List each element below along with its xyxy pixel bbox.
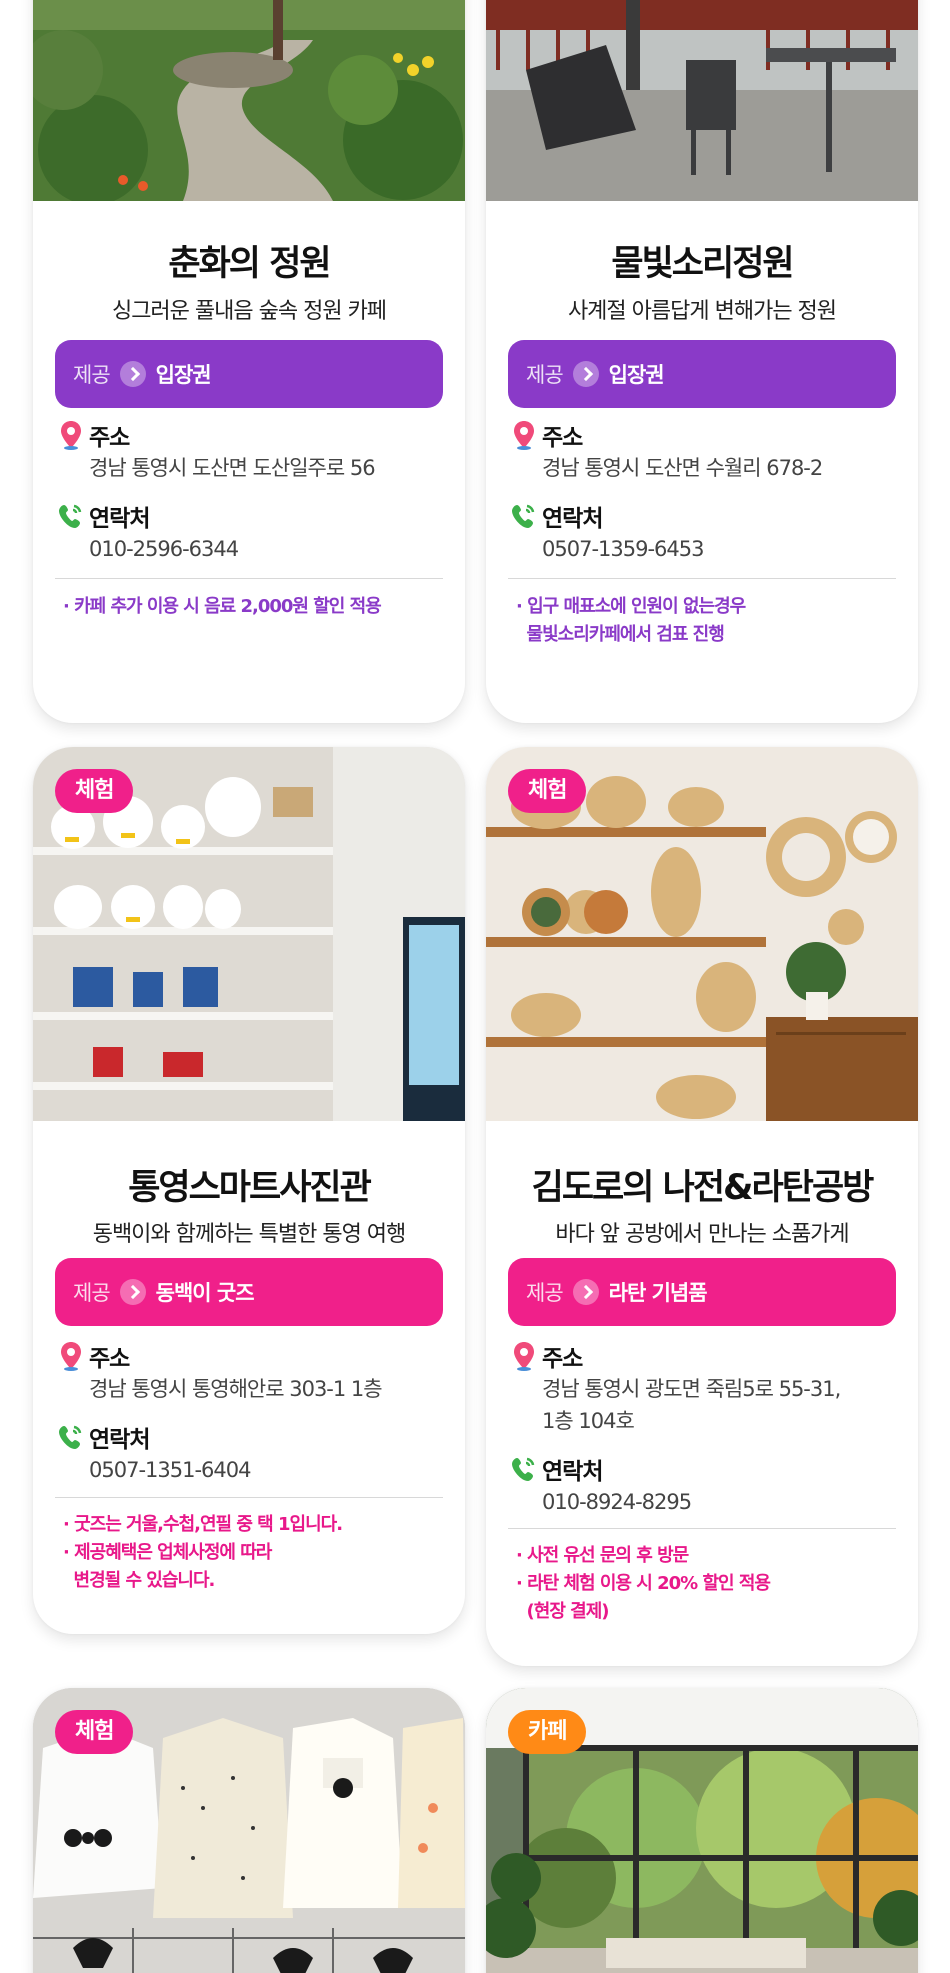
category-badge: 체험	[508, 769, 587, 813]
note-line: 변경될 수 있습니다.	[63, 1570, 216, 1591]
address-heading: 주소	[510, 1341, 583, 1372]
provide-value: 입장권	[608, 363, 665, 387]
divider	[55, 578, 443, 579]
note-line: · 카페 추가 이용 시 음료 2,000원 할인 적용	[63, 596, 382, 617]
provide-bar: 제공 동백이 굿즈	[55, 1258, 443, 1326]
phone-icon	[510, 1454, 538, 1484]
provide-label: 제공	[526, 1281, 564, 1305]
address-heading: 주소	[510, 420, 583, 451]
provide-bar: 제공 입장권	[508, 340, 896, 408]
address-line: 경남 통영시 광도면 죽림5로 55-31,	[542, 1377, 841, 1401]
place-card-mulbitsori-garden[interactable]: 물빛소리정원 사계절 아름답게 변해가는 정원 제공 입장권 주소 경남 통영시…	[486, 0, 918, 723]
place-subtitle: 바다 앞 공방에서 만나는 소품가게	[555, 1222, 849, 1247]
place-title: 물빛소리정원	[611, 244, 794, 284]
provide-label: 제공	[73, 363, 111, 387]
phone-icon	[510, 501, 538, 531]
address-line: 1층 104호	[542, 1409, 635, 1433]
phone-icon	[57, 1422, 85, 1452]
place-subtitle: 싱그러운 풀내음 숲속 정원 카페	[111, 299, 387, 324]
notes: · 사전 유선 문의 후 방문 · 라탄 체험 이용 시 20% 할인 적용 (…	[516, 1542, 896, 1626]
note-line: 물빛소리카페에서 검표 진행	[516, 624, 725, 645]
note-line: · 입구 매표소에 인원이 없는경우	[516, 596, 746, 617]
address-value: 경남 통영시 광도면 죽림5로 55-31, 1층 104호	[542, 1373, 882, 1437]
garden-path-photo	[33, 0, 465, 201]
note-line: · 제공혜택은 업체사정에 따라	[63, 1542, 272, 1563]
divider	[55, 1497, 443, 1498]
place-card-kimdoro-rattan[interactable]: 체험 김도로의 나전&라탄공방 바다 앞 공방에서 만나는 소품가게 제공 라탄…	[486, 747, 918, 1666]
notes: · 입구 매표소에 인원이 없는경우 물빛소리카페에서 검표 진행	[516, 593, 896, 649]
provide-value: 입장권	[155, 363, 212, 387]
address-value: 경남 통영시 도산면 도산일주로 56	[89, 456, 376, 480]
provide-value: 라탄 기념품	[608, 1281, 708, 1305]
place-card-cafe-partial[interactable]: 카페	[486, 1688, 918, 1973]
phone-value[interactable]: 010-8924-8295	[542, 1486, 882, 1518]
map-pin-icon	[510, 420, 538, 450]
phone-value[interactable]: 0507-1351-6404	[89, 1454, 429, 1486]
category-badge: 체험	[55, 769, 134, 813]
phone-value[interactable]: 0507-1359-6453	[542, 533, 882, 565]
chevron-right-icon	[572, 361, 599, 387]
place-title: 김도로의 나전&라탄공방	[531, 1168, 875, 1208]
notes: · 굿즈는 거울,수첩,연필 중 택 1입니다. · 제공혜택은 업체사정에 따…	[63, 1511, 443, 1595]
place-title: 통영스마트사진관	[128, 1168, 372, 1208]
map-pin-icon	[57, 420, 85, 450]
place-card-chunhwa-garden[interactable]: 춘화의 정원 싱그러운 풀내음 숲속 정원 카페 제공 입장권 주소 경남 통영…	[33, 0, 465, 723]
phone-icon	[57, 501, 85, 531]
provide-value: 동백이 굿즈	[155, 1281, 255, 1305]
divider	[508, 578, 896, 579]
note-line: (현장 결제)	[516, 1601, 610, 1622]
contact-heading: 연락처	[510, 501, 603, 532]
address-heading: 주소	[57, 1341, 130, 1372]
category-badge: 체험	[55, 1710, 134, 1754]
provide-bar: 제공 입장권	[55, 340, 443, 408]
note-line: · 사전 유선 문의 후 방문	[516, 1545, 689, 1566]
category-badge: 카페	[508, 1710, 587, 1754]
place-title: 춘화의 정원	[168, 244, 331, 284]
notes: · 카페 추가 이용 시 음료 2,000원 할인 적용	[63, 593, 443, 621]
place-subtitle: 동백이와 함께하는 특별한 통영 여행	[92, 1222, 407, 1247]
map-pin-icon	[510, 1341, 538, 1371]
provide-label: 제공	[526, 363, 564, 387]
divider	[508, 1528, 896, 1529]
phone-value[interactable]: 010-2596-6344	[89, 533, 429, 565]
contact-heading: 연락처	[510, 1454, 603, 1485]
place-card-tongyeong-smart-photo[interactable]: 체험 통영스마트사진관 동백이와 함께하는 특별한 통영 여행 제공 동백이 굿…	[33, 747, 465, 1634]
cafe-terrace-photo	[486, 0, 918, 201]
address-value: 경남 통영시 도산면 수월리 678-2	[542, 456, 823, 480]
note-line: · 굿즈는 거울,수첩,연필 중 택 1입니다.	[63, 1514, 343, 1535]
provide-bar: 제공 라탄 기념품	[508, 1258, 896, 1326]
address-heading: 주소	[57, 420, 130, 451]
place-card-experience-partial[interactable]: 체험	[33, 1688, 465, 1973]
chevron-right-icon	[572, 1279, 599, 1305]
map-pin-icon	[57, 1341, 85, 1371]
address-value: 경남 통영시 통영해안로 303-1 1층	[89, 1377, 383, 1401]
chevron-right-icon	[119, 1279, 146, 1305]
chevron-right-icon	[119, 361, 146, 387]
provide-label: 제공	[73, 1281, 111, 1305]
place-subtitle: 사계절 아름답게 변해가는 정원	[567, 299, 837, 324]
contact-heading: 연락처	[57, 1422, 150, 1453]
contact-heading: 연락처	[57, 501, 150, 532]
note-line: · 라탄 체험 이용 시 20% 할인 적용	[516, 1573, 771, 1594]
